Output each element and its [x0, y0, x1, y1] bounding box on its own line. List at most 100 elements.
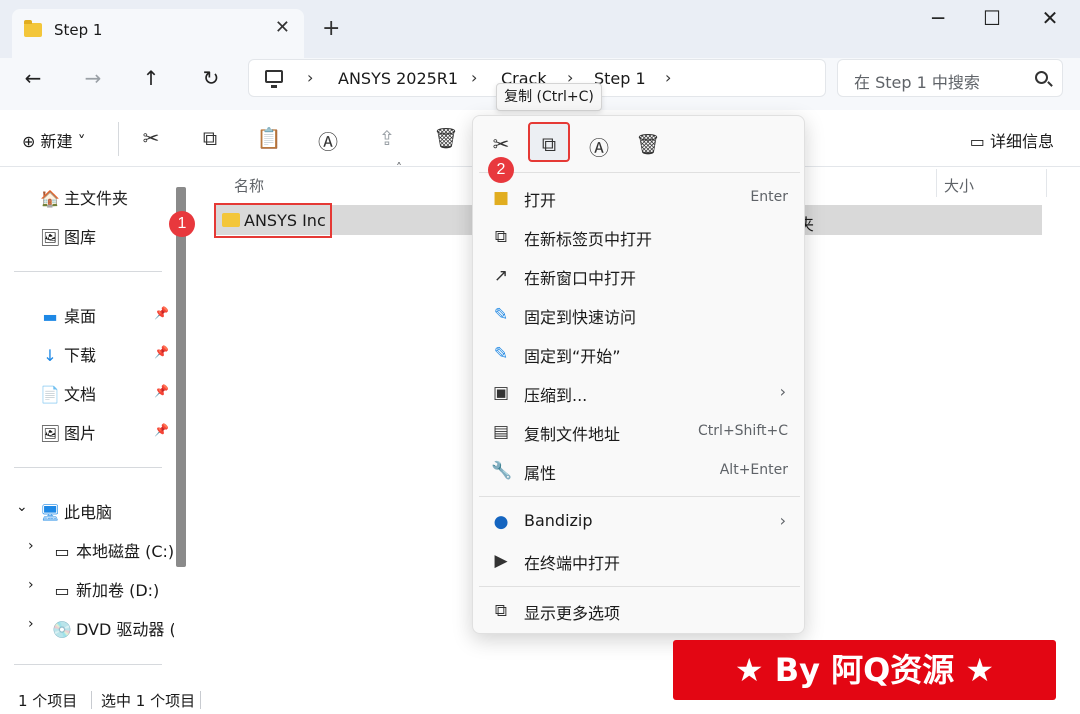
maximize-button[interactable]: ☐	[972, 6, 1012, 30]
sidebar-item-drive-d[interactable]: ▭ 新加卷 (D:)	[52, 577, 159, 601]
sidebar-item-label: 主文件夹	[64, 189, 129, 208]
menu-item-more-options[interactable]: ⧉ 显示更多选项	[473, 593, 806, 629]
tab-step-1[interactable]: Step 1 ✕	[12, 9, 304, 58]
document-icon: 📄	[40, 385, 60, 404]
breadcrumb-separator: ›	[665, 68, 672, 87]
menu-item-label: 压缩到...	[524, 386, 588, 405]
breadcrumb-separator: ›	[471, 68, 478, 87]
chevron-right-icon[interactable]: ›	[28, 538, 34, 554]
dvd-icon: 💿	[52, 620, 72, 639]
menu-item-label: 打开	[524, 191, 557, 210]
cut-icon[interactable]: ✂	[136, 126, 166, 150]
sidebar-divider	[14, 664, 162, 665]
rename-icon[interactable]: Ⓐ	[313, 126, 343, 155]
pin-icon: 📌	[154, 384, 169, 398]
navigation-pane: 🏠 主文件夹 🖼 图库 ▬ 桌面 📌 ↓ 下载 📌 📄 文档 📌 🖼 图片 📌 ⌄ 🖥 此电脑…	[0, 167, 190, 687]
folder-icon	[24, 20, 42, 37]
up-button[interactable]: ↑	[136, 66, 166, 90]
menu-item-label: 固定到快速访问	[524, 308, 637, 327]
menu-item-shortcut: Ctrl+Shift+C	[698, 423, 788, 439]
sidebar-divider	[14, 467, 162, 468]
sidebar-divider	[14, 271, 162, 272]
folder-icon: ■	[492, 188, 510, 208]
menu-divider	[479, 172, 800, 173]
menu-item-pin-quick-access[interactable]: ✎ 固定到快速访问	[473, 297, 806, 333]
back-button[interactable]: ←	[18, 66, 48, 90]
watermark-banner: ★ By 阿Q资源 ★	[673, 640, 1056, 700]
share-icon[interactable]: ⇪	[372, 126, 402, 150]
status-divider	[91, 691, 92, 709]
close-window-button[interactable]: ✕	[1030, 6, 1070, 30]
rename-icon[interactable]: Ⓐ	[584, 132, 614, 161]
menu-item-open-new-tab[interactable]: ⧉ 在新标签页中打开	[473, 219, 806, 255]
context-menu: ✂ ⧉ Ⓐ 🗑 ■ 打开 Enter ⧉ 在新标签页中打开 ↗ 在新窗口中打开 …	[472, 115, 805, 634]
tab-close-icon[interactable]: ✕	[275, 17, 290, 38]
sidebar-item-downloads[interactable]: ↓ 下载	[40, 342, 96, 366]
copy-icon[interactable]: ⧉	[195, 126, 225, 150]
menu-item-pin-start[interactable]: ✎ 固定到“开始”	[473, 336, 806, 372]
menu-item-shortcut: Enter	[750, 189, 788, 205]
column-header-name[interactable]: 名称	[234, 175, 264, 196]
menu-item-label: 属性	[524, 464, 557, 483]
menu-item-label: 在新标签页中打开	[524, 230, 653, 249]
menu-item-label: 显示更多选项	[524, 604, 621, 623]
sidebar-item-label: 文档	[64, 385, 97, 404]
sidebar-item-gallery[interactable]: 🖼 图库	[40, 224, 96, 248]
menu-item-open-terminal[interactable]: ▶ 在终端中打开	[473, 543, 806, 579]
more-options-icon: ⧉	[494, 601, 508, 621]
menu-item-open-new-window[interactable]: ↗ 在新窗口中打开	[473, 258, 806, 294]
breadcrumb-ansys[interactable]: ANSYS 2025R1	[338, 69, 458, 88]
sidebar-item-label: 下载	[64, 346, 97, 365]
sidebar-item-drive-c[interactable]: ▭ 本地磁盘 (C:)	[52, 538, 174, 562]
sidebar-item-label: 图库	[64, 228, 97, 247]
column-header-size[interactable]: 大小	[944, 175, 974, 196]
copy-icon[interactable]: ⧉	[534, 132, 564, 156]
paste-icon[interactable]: 📋	[254, 126, 284, 150]
menu-divider	[479, 496, 800, 497]
menu-item-bandizip[interactable]: ● Bandizip ›	[473, 504, 806, 540]
pictures-icon: 🖼	[40, 424, 61, 443]
menu-item-properties[interactable]: 🔧 属性 Alt+Enter	[473, 453, 806, 489]
sidebar-item-home[interactable]: 🏠 主文件夹	[40, 185, 128, 209]
chevron-right-icon[interactable]: ›	[28, 616, 34, 632]
menu-item-compress[interactable]: ▣ 压缩到... ›	[473, 375, 806, 411]
menu-item-copy-path[interactable]: ▤ 复制文件地址 Ctrl+Shift+C	[473, 414, 806, 450]
sidebar-scrollbar[interactable]	[176, 187, 186, 567]
drive-icon: ▭	[54, 581, 70, 600]
details-button[interactable]: ▭ 详细信息	[970, 128, 1054, 152]
delete-icon[interactable]: 🗑	[633, 132, 663, 156]
minimize-button[interactable]: ─	[918, 6, 958, 30]
chevron-down-icon[interactable]: ⌄	[16, 499, 28, 515]
sidebar-item-documents[interactable]: 📄 文档	[40, 381, 96, 405]
sidebar-item-label: DVD 驱动器 (E	[76, 620, 174, 639]
home-icon: 🏠	[40, 189, 60, 208]
item-count: 1 个项目	[18, 692, 78, 710]
sidebar-item-this-pc[interactable]: 🖥 此电脑	[40, 499, 112, 523]
refresh-button[interactable]: ↻	[196, 66, 226, 90]
sidebar-item-label: 新加卷 (D:)	[76, 581, 160, 600]
search-input[interactable]: 在 Step 1 中搜索	[837, 59, 1063, 97]
sidebar-item-label: 本地磁盘 (C:)	[76, 542, 175, 561]
cut-icon[interactable]: ✂	[486, 132, 516, 156]
sidebar-item-desktop[interactable]: ▬ 桌面	[40, 303, 96, 327]
sidebar-item-label: 图片	[64, 424, 97, 443]
sidebar-item-pictures[interactable]: 🖼 图片	[40, 420, 96, 444]
archive-icon: ▣	[492, 383, 510, 403]
chevron-right-icon[interactable]: ›	[28, 577, 34, 593]
new-tab-button[interactable]: +	[322, 16, 340, 41]
menu-item-open[interactable]: ■ 打开 Enter	[473, 180, 806, 216]
forward-button[interactable]: →	[78, 66, 108, 90]
bandizip-icon: ●	[493, 512, 509, 532]
details-pane-icon: ▭	[969, 132, 990, 151]
menu-item-label: 在新窗口中打开	[524, 269, 637, 288]
step-badge-2: 2	[488, 157, 514, 183]
menu-item-label: 在终端中打开	[524, 554, 621, 573]
delete-icon[interactable]: 🗑	[431, 126, 461, 150]
status-divider	[200, 691, 201, 709]
new-button[interactable]: ⊕ 新建 ˅	[22, 128, 86, 152]
copy-path-icon: ▤	[492, 422, 510, 442]
pin-icon: ✎	[493, 344, 509, 364]
sidebar-item-dvd[interactable]: 💿DVD 驱动器 (E	[52, 616, 174, 640]
search-icon	[1035, 71, 1048, 84]
toolbar-divider	[118, 122, 119, 156]
